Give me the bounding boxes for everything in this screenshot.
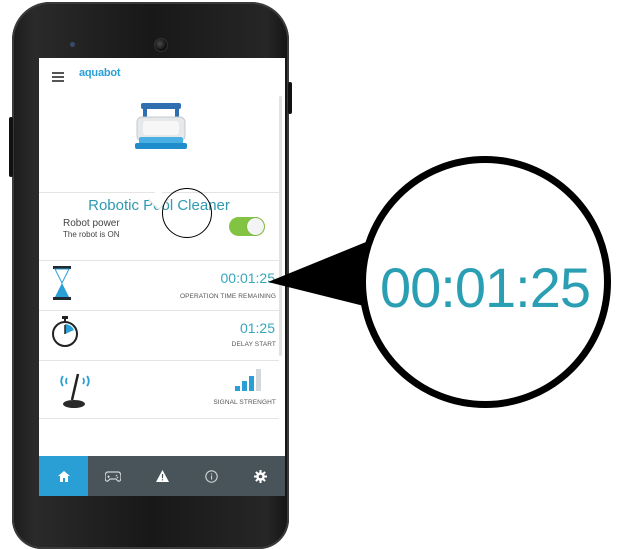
- zoom-callout: 00:01:25: [359, 156, 611, 408]
- zoomed-operation-time: 00:01:25: [380, 256, 591, 319]
